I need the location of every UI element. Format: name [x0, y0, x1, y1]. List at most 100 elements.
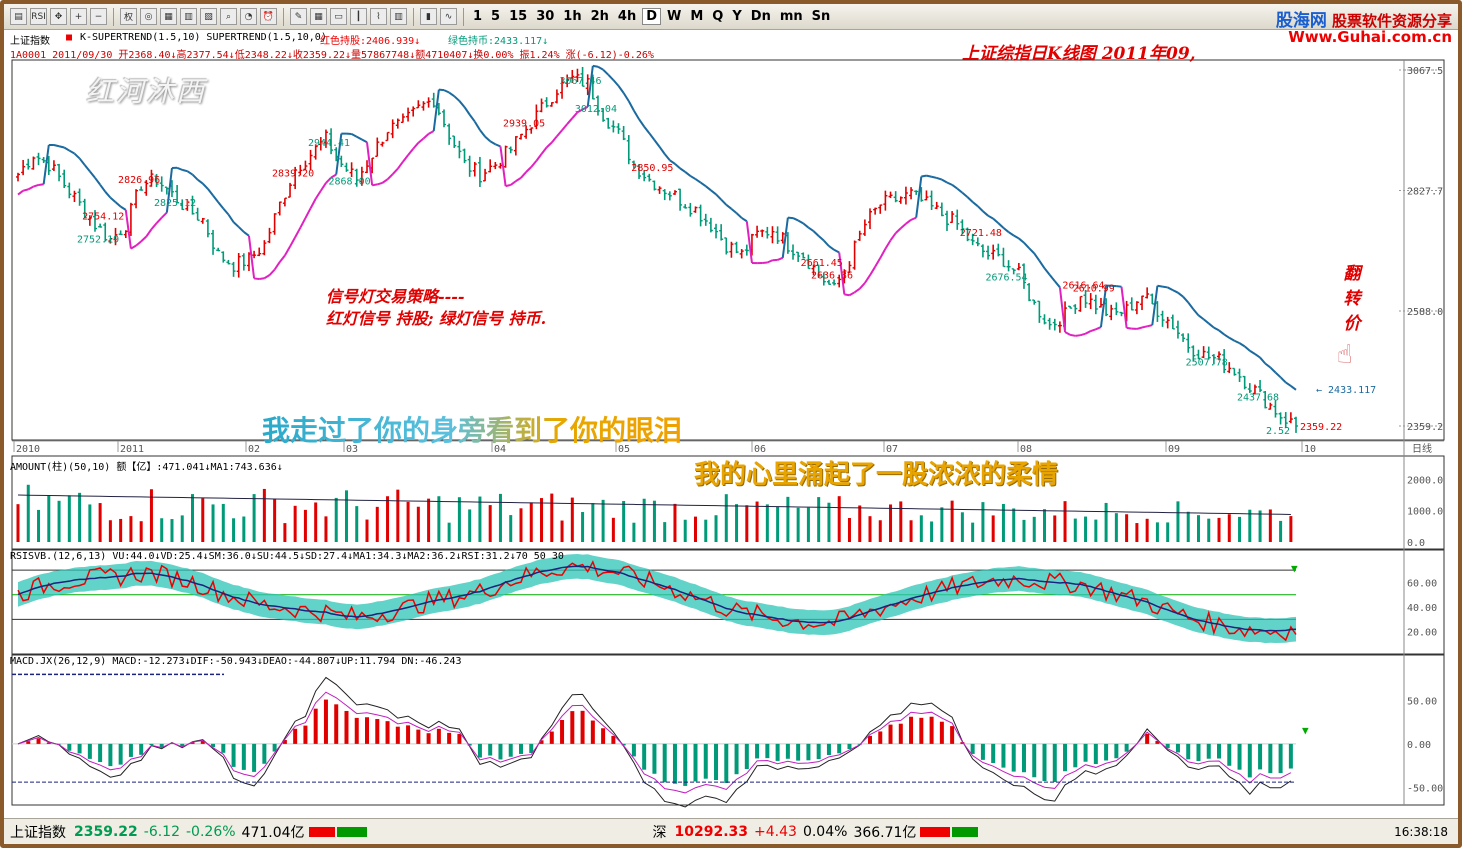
rsi-band [18, 553, 1296, 644]
amount-bar [1053, 515, 1057, 542]
supertrend-segment [1197, 314, 1205, 321]
supertrend-segment [1254, 353, 1261, 359]
macd-histogram-bar [560, 719, 565, 744]
supertrend-segment [1008, 231, 1015, 237]
amount-bar [170, 519, 174, 542]
rsi-y-tick-label: 60.00 [1407, 578, 1437, 589]
sh-index-value: 2359.22 [74, 823, 138, 840]
pointing-hand-icon: ☝ [1337, 340, 1353, 370]
amount-bar [570, 497, 574, 542]
amount-bar [262, 488, 266, 542]
supertrend-segment [679, 167, 686, 173]
macd-y-tick-label: -50.00 [1407, 783, 1443, 794]
supertrend-segment [540, 146, 548, 155]
date-axis-label: 02 [248, 444, 260, 455]
kline-chart[interactable]: 3067.5 2827.7 2588.0 2359.2 2939.05 2.52 2721.… [4, 4, 1458, 818]
amount-bar [755, 501, 759, 542]
sz-breadth-bar [920, 826, 979, 837]
supertrend-segment [1126, 326, 1132, 330]
indicator-line: K-SUPERTREND(1.5,10) SUPERTREND(1.5,10,0… [80, 32, 327, 43]
macd-histogram-bar [1052, 743, 1057, 783]
supertrend-segment [505, 183, 511, 188]
amount-bar [211, 504, 215, 542]
supertrend-segment [869, 266, 876, 276]
amount-bar [652, 500, 656, 542]
supertrend-segment [463, 106, 471, 116]
supertrend-segment [1285, 381, 1292, 387]
amount-bar [930, 521, 934, 542]
chart-overlay-title: 上证综指日K线图 2011年09, [962, 44, 1196, 64]
supertrend-segment [402, 154, 409, 163]
amount-bar [57, 500, 61, 542]
supertrend-segment [972, 201, 979, 207]
macd-histogram-bar [970, 743, 975, 754]
amount-bar [478, 496, 482, 542]
amount-bar [1114, 513, 1118, 542]
supertrend-segment [561, 123, 568, 131]
supertrend-segment [946, 181, 953, 186]
amount-bar [67, 495, 71, 542]
supertrend-segment [905, 219, 912, 225]
amount-bar [139, 521, 143, 542]
macd-histogram-bar [806, 743, 811, 761]
amount-y-tick-label: 1000.0 [1407, 507, 1443, 518]
price-annotation-label: 2.52 [1266, 426, 1290, 437]
supertrend-segment [854, 287, 861, 294]
amount-bar [724, 494, 728, 542]
sh-index-pct: -0.26% [186, 823, 236, 840]
supertrend-segment [1028, 247, 1035, 255]
supertrend-segment [951, 184, 958, 190]
sz-index-name[interactable]: 深 [653, 822, 667, 842]
macd-histogram-bar [1073, 743, 1078, 768]
supertrend-segment [1018, 237, 1025, 244]
amount-bar [611, 517, 615, 542]
macd-histogram-bar [1021, 743, 1026, 773]
macd-histogram-bar [118, 743, 123, 765]
supertrend-segment [828, 245, 835, 251]
supertrend-segment [535, 153, 543, 162]
supertrend-segment [376, 181, 383, 186]
amount-bar [786, 496, 790, 542]
macd-histogram-bar [313, 708, 318, 744]
supertrend-segment [992, 217, 999, 224]
supertrend-segment [1218, 329, 1225, 336]
macd-histogram-bar [447, 732, 452, 744]
amount-bar [581, 512, 585, 542]
macd-histogram-bar [1206, 743, 1211, 759]
amount-bar [1186, 511, 1190, 542]
amount-bar [776, 506, 780, 542]
macd-histogram-bar [221, 743, 226, 753]
macd-histogram-bar [837, 743, 842, 754]
amount-bar [1094, 519, 1098, 542]
price-annotation-label: 2939.05 [503, 119, 545, 130]
supertrend-segment [27, 185, 34, 191]
supertrend-segment [89, 170, 96, 179]
supertrend-segment [977, 205, 984, 212]
supertrend-segment [259, 277, 265, 281]
amount-bar [1012, 508, 1016, 542]
supertrend-segment [109, 196, 117, 203]
amount-bar [468, 509, 472, 542]
macd-histogram-bar [1124, 743, 1129, 752]
supertrend-segment [150, 222, 158, 230]
supertrend-segment [1172, 289, 1179, 294]
price-annotation-label: 2752.19 [77, 234, 119, 245]
supertrend-segment [489, 140, 496, 146]
lyric-line-2: 我的心里涌起了一股浓浓的柔情 [694, 460, 1059, 490]
supertrend-segment [874, 257, 882, 268]
amount-bar [47, 495, 51, 542]
macd-histogram-bar [939, 721, 944, 744]
supertrend-segment [889, 232, 897, 241]
supertrend-segment [1080, 332, 1086, 337]
amount-bar [324, 516, 328, 542]
supertrend-segment [479, 129, 486, 138]
sh-index-name[interactable]: 上证指数 [10, 822, 66, 842]
amount-bar [971, 522, 975, 542]
supertrend-segment [176, 166, 183, 171]
supertrend-segment [319, 182, 327, 192]
amount-bar [693, 516, 697, 542]
macd-histogram-bar [950, 726, 955, 744]
amount-bar [847, 518, 851, 542]
supertrend-segment [1208, 322, 1215, 329]
price-annotation-label: 2839.20 [272, 169, 314, 180]
